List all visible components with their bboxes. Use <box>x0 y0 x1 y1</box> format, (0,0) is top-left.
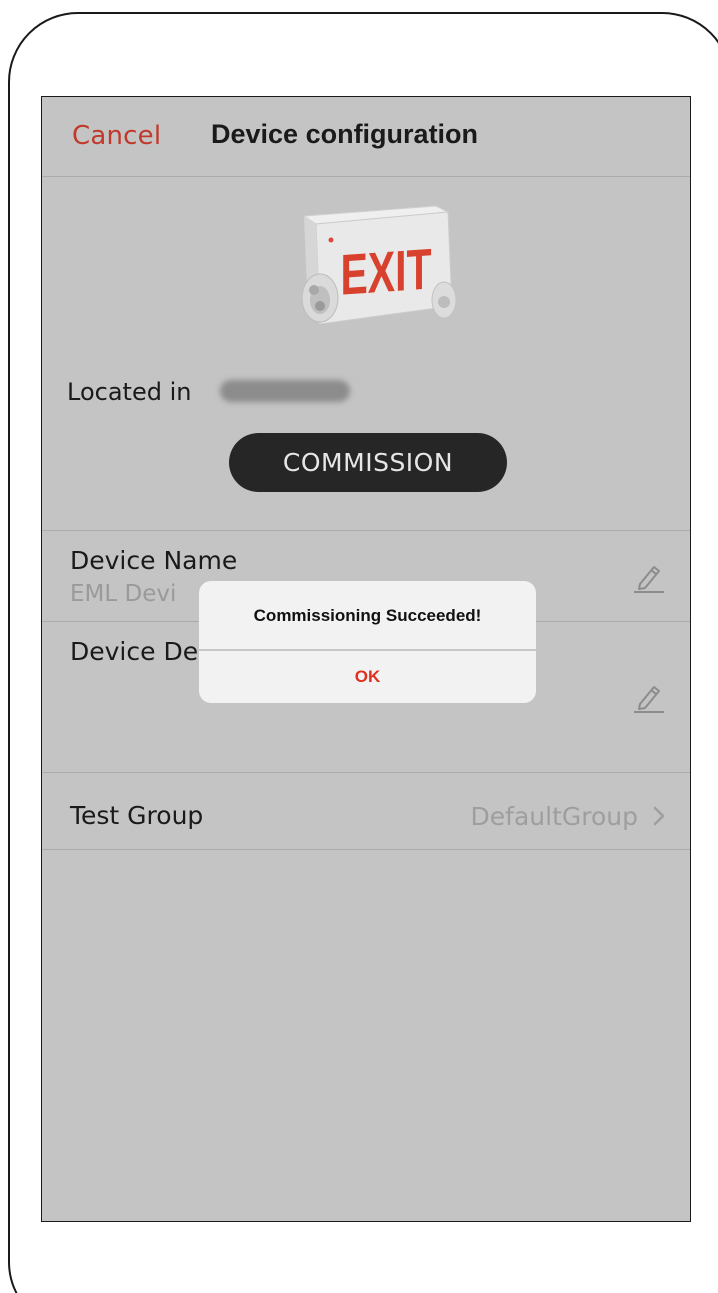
divider <box>42 849 690 850</box>
divider <box>42 772 690 773</box>
app-screen: Cancel Device configuration EXIT Located… <box>41 96 691 1222</box>
located-in-label: Located in <box>67 378 192 406</box>
exit-sign-icon: EXIT <box>301 205 456 325</box>
device-name-value[interactable]: EML Devi <box>70 581 176 607</box>
divider <box>42 530 690 531</box>
chevron-right-icon[interactable] <box>650 803 668 829</box>
pencil-icon[interactable] <box>632 680 666 714</box>
test-group-value[interactable]: DefaultGroup <box>471 802 638 831</box>
pencil-icon[interactable] <box>632 560 666 594</box>
alert-dialog: Commissioning Succeeded! OK <box>199 581 536 703</box>
page-title: Device configuration <box>211 119 479 149</box>
alert-title: Commissioning Succeeded! <box>253 606 482 625</box>
commission-button[interactable]: COMMISSION <box>229 433 507 492</box>
exit-sign-text: EXIT <box>340 237 431 308</box>
located-in-value <box>220 380 350 402</box>
cancel-button[interactable]: Cancel <box>72 121 161 151</box>
test-group-label[interactable]: Test Group <box>70 801 203 830</box>
nav-bar: Cancel Device configuration <box>42 97 690 177</box>
device-name-label: Device Name <box>70 546 238 575</box>
ok-button[interactable]: OK <box>199 651 536 703</box>
device-description-label: Device De <box>70 637 199 666</box>
